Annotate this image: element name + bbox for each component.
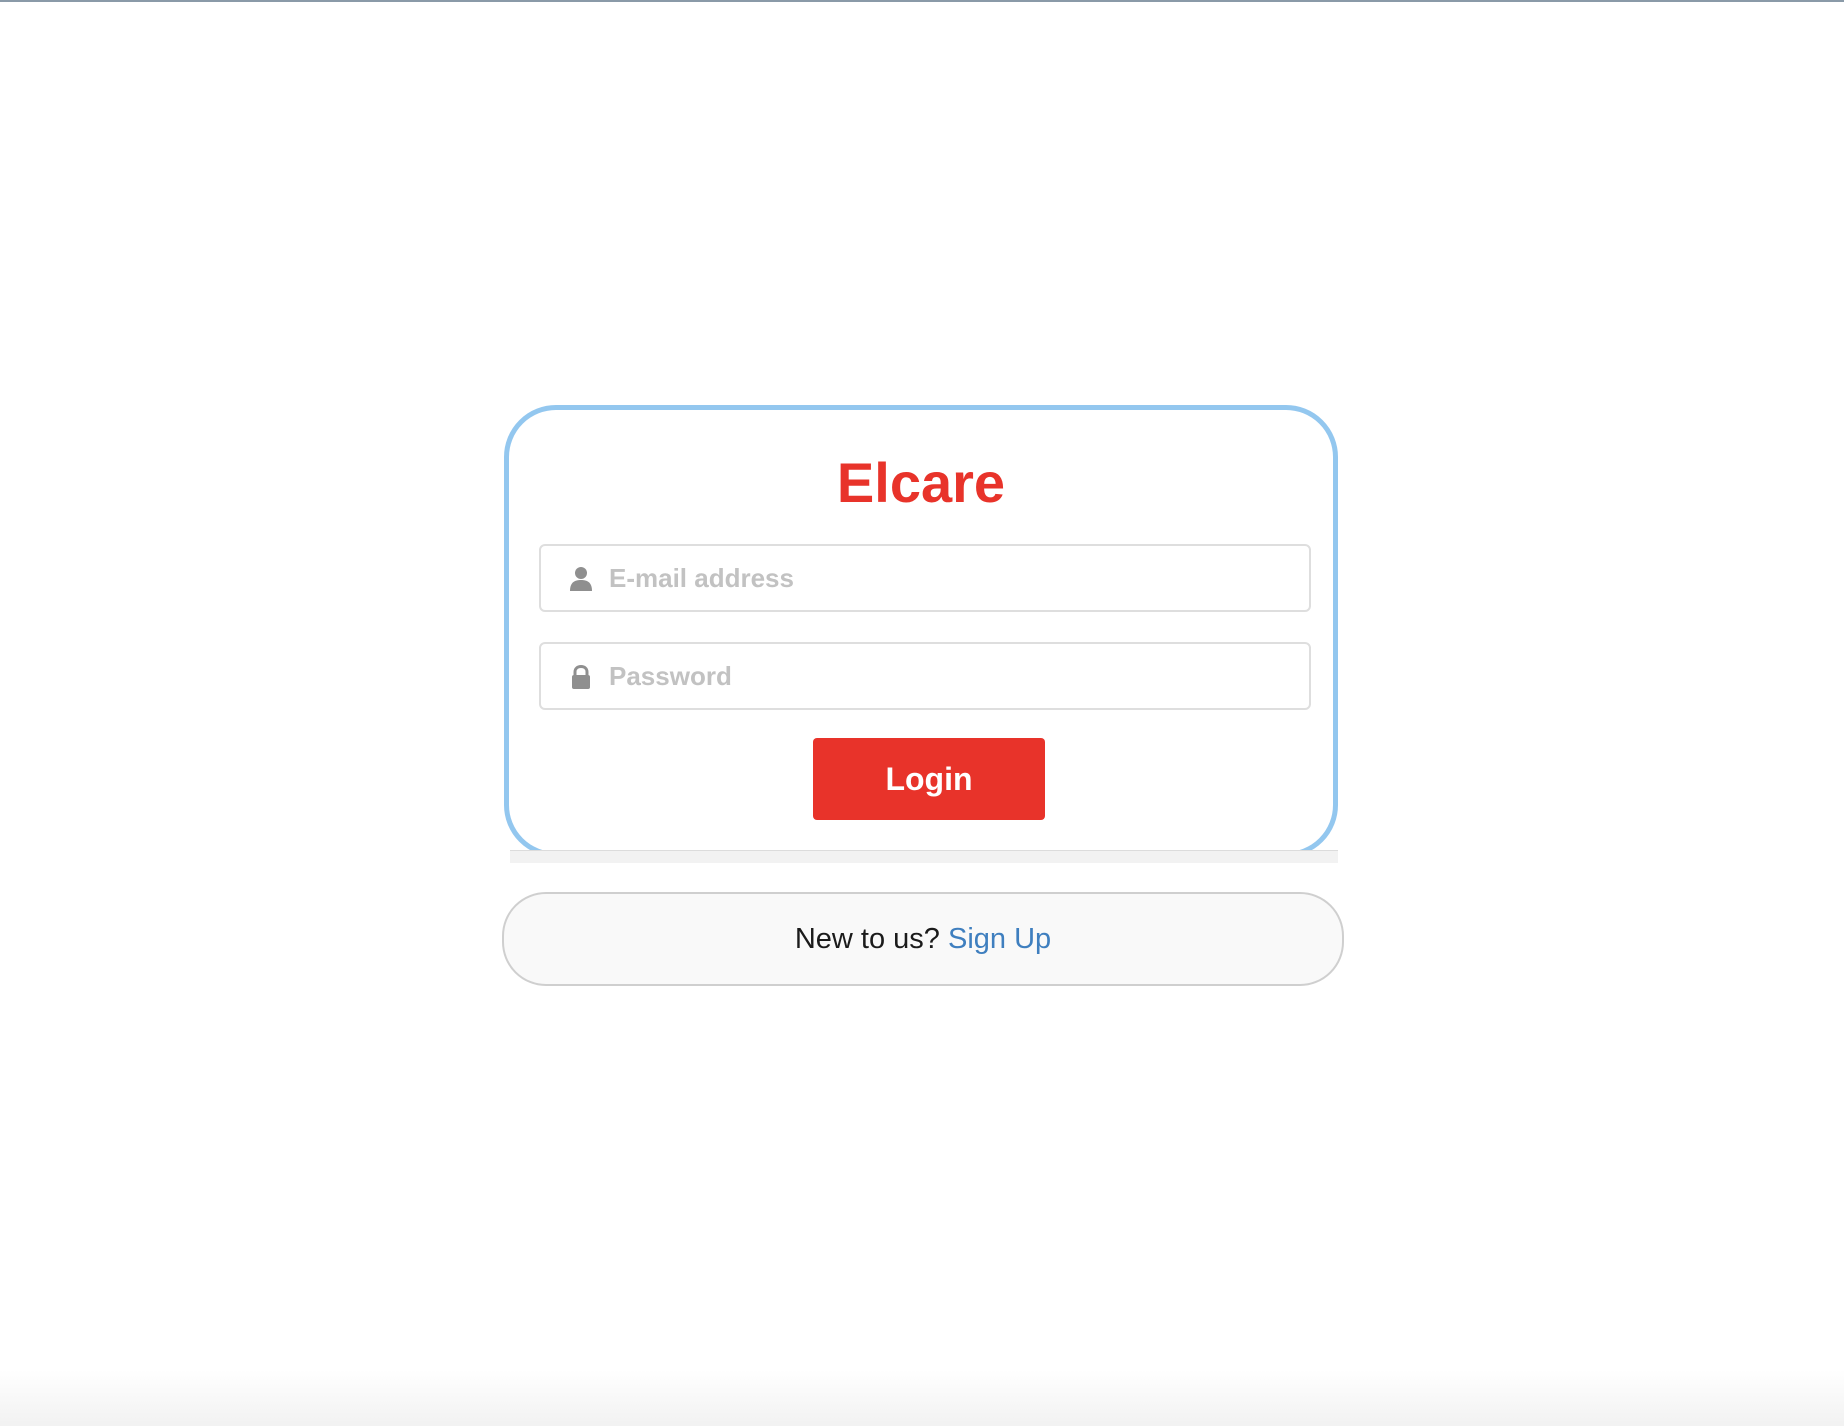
email-input[interactable]	[609, 546, 1299, 610]
login-button[interactable]: Login	[813, 738, 1045, 820]
email-field[interactable]	[539, 544, 1311, 612]
window-top-border	[0, 0, 1844, 2]
password-input[interactable]	[609, 644, 1299, 708]
signup-prompt: New to us?	[794, 923, 940, 955]
brand-title: Elcare	[836, 451, 1006, 514]
login-card: Elcare Login	[504, 405, 1338, 857]
password-field[interactable]	[539, 642, 1311, 710]
user-icon	[569, 566, 593, 592]
signup-box: New to us? Sign Up	[502, 892, 1344, 986]
signup-link[interactable]: Sign Up	[948, 923, 1051, 955]
card-divider	[510, 850, 1338, 863]
bottom-shadow	[0, 1370, 1844, 1426]
lock-icon	[569, 664, 593, 690]
